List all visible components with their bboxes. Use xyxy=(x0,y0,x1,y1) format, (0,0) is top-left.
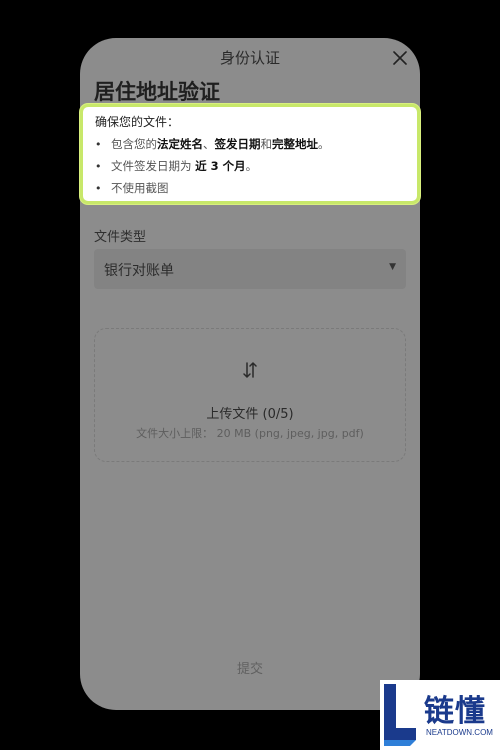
upload-title: 上传文件 (0/5) xyxy=(206,407,294,422)
list-item: • 不使用截图 xyxy=(95,180,405,196)
swap-arrows-icon xyxy=(243,362,257,378)
top-bar: 身份认证 xyxy=(80,38,420,78)
document-type-value: 银行对账单 xyxy=(104,263,174,279)
req1-sep1: 、 xyxy=(203,137,215,151)
upload-hint: 文件大小上限： 20 MB (png, jpeg, jpg, pdf) xyxy=(136,427,364,440)
req2-recent-months: 近 3 个月 xyxy=(195,159,246,173)
upload-dropzone[interactable]: 上传文件 (0/5) 文件大小上限： 20 MB (png, jpeg, jpg… xyxy=(94,328,406,462)
page-title: 居住地址验证 xyxy=(94,80,220,104)
bullet: • xyxy=(95,182,102,195)
submit-button[interactable]: 提交 xyxy=(80,658,420,677)
requirement-text: 包含您的法定姓名、签发日期和完整地址。 xyxy=(111,136,330,152)
requirements-list: • 包含您的法定姓名、签发日期和完整地址。 • 文件签发日期为 近 3 个月。 … xyxy=(95,136,405,196)
list-item: • 包含您的法定姓名、签发日期和完整地址。 xyxy=(95,136,405,152)
brand-site: NEATDOWN.COM xyxy=(426,728,493,737)
req2-prefix: 文件签发日期为 xyxy=(111,159,192,173)
requirements-card: 确保您的文件： • 包含您的法定姓名、签发日期和完整地址。 • 文件签发日期为 … xyxy=(80,104,420,204)
req1-sep2: 和 xyxy=(260,137,273,151)
req1-suffix: 。 xyxy=(318,137,330,151)
document-type-select[interactable]: 银行对账单 ▼ xyxy=(94,249,406,289)
req1-legal-name: 法定姓名 xyxy=(157,137,203,151)
header-title: 身份认证 xyxy=(219,49,280,67)
caret-down-icon: ▼ xyxy=(389,262,396,272)
requirements-heading: 确保您的文件： xyxy=(95,115,180,129)
req2-suffix: 。 xyxy=(245,159,258,173)
bullet: • xyxy=(95,160,102,173)
req1-full-address: 完整地址 xyxy=(272,137,318,151)
requirement-text: 文件签发日期为 近 3 个月。 xyxy=(111,158,257,174)
brand-logo-icon xyxy=(384,684,416,746)
document-type-label: 文件类型 xyxy=(94,230,147,245)
req1-issue-date: 签发日期 xyxy=(214,137,261,151)
close-button[interactable] xyxy=(390,48,410,68)
close-icon xyxy=(393,51,407,65)
req1-prefix: 包含您的 xyxy=(111,137,157,151)
list-item: • 文件签发日期为 近 3 个月。 xyxy=(95,158,405,174)
brand-name: 链懂 xyxy=(424,694,486,729)
requirement-text: 不使用截图 xyxy=(111,181,169,195)
bullet: • xyxy=(95,138,102,151)
watermark: 链懂 NEATDOWN.COM xyxy=(380,680,500,750)
